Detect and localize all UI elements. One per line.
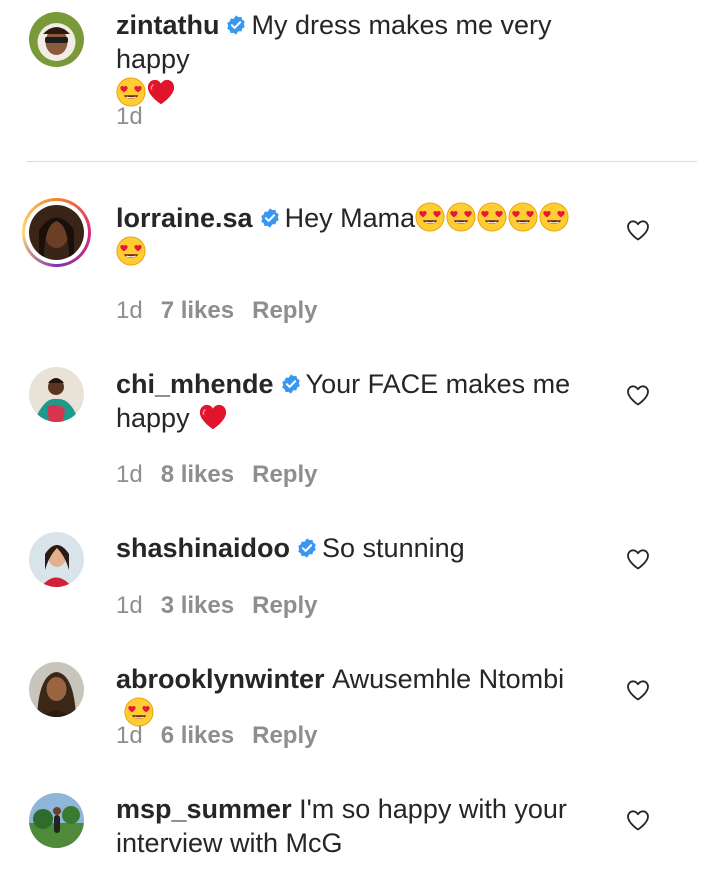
- username[interactable]: shashinaidoo: [116, 533, 290, 563]
- comment-meta: 1d 7 likes Reply: [116, 297, 335, 325]
- avatar-photo: [29, 532, 84, 587]
- heart-eyes-emoji-icon: [415, 202, 445, 232]
- comment-meta: 1d 6 likes Reply: [116, 722, 335, 750]
- comment-text: shashinaidoo So stunning: [116, 531, 596, 565]
- comment-text: lorraine.sa Hey Mama: [116, 201, 596, 269]
- comment-meta: 1d 8 likes Reply: [116, 461, 335, 489]
- like-heart-icon[interactable]: [626, 219, 650, 241]
- username[interactable]: lorraine.sa: [116, 203, 253, 233]
- comment-text: abrooklynwinter Awusemhle Ntombi: [116, 662, 596, 730]
- comment-text: zintathu My dress makes me very happy: [116, 8, 596, 110]
- reply-button[interactable]: Reply: [252, 592, 317, 619]
- comment-time: 1d: [116, 461, 143, 488]
- avatar-story-ring[interactable]: [22, 198, 91, 267]
- comment-text: msp_summer I'm so happy with your interv…: [116, 792, 596, 860]
- reply-button[interactable]: Reply: [252, 722, 317, 749]
- heart-eyes-emoji-icon: [508, 202, 538, 232]
- username[interactable]: abrooklynwinter: [116, 664, 325, 694]
- username[interactable]: msp_summer: [116, 794, 292, 824]
- avatar[interactable]: [29, 532, 84, 587]
- like-heart-icon[interactable]: [626, 548, 650, 570]
- heart-eyes-emoji-icon: [446, 202, 476, 232]
- comment-meta: 1d: [116, 103, 161, 131]
- avatar[interactable]: [29, 793, 84, 848]
- avatar-photo: [29, 12, 84, 67]
- comment-time: 1d: [116, 592, 143, 619]
- avatar[interactable]: [29, 367, 84, 422]
- heart-eyes-emoji-icon: [116, 236, 146, 266]
- reply-button[interactable]: Reply: [252, 461, 317, 488]
- avatar-photo: [29, 367, 84, 422]
- avatar-photo: [29, 205, 84, 260]
- heart-eyes-emoji-icon: [477, 202, 507, 232]
- avatar[interactable]: [29, 12, 84, 67]
- likes-count[interactable]: 6 likes: [161, 722, 234, 749]
- like-heart-icon[interactable]: [626, 679, 650, 701]
- likes-count[interactable]: 7 likes: [161, 297, 234, 324]
- comment-time: 1d: [116, 297, 143, 324]
- likes-count[interactable]: 3 likes: [161, 592, 234, 619]
- comment-body: So stunning: [322, 533, 465, 563]
- verified-badge-icon: [225, 14, 247, 36]
- reply-button[interactable]: Reply: [252, 297, 317, 324]
- comment-body: Awusemhle Ntombi: [332, 664, 565, 694]
- divider: [27, 161, 697, 162]
- avatar-photo: [29, 793, 84, 848]
- heart-eyes-emoji-icon: [539, 202, 569, 232]
- red-heart-emoji-icon: [198, 402, 228, 432]
- verified-badge-icon: [296, 537, 318, 559]
- avatar-photo: [29, 662, 84, 717]
- username[interactable]: chi_mhende: [116, 369, 274, 399]
- verified-badge-icon: [280, 373, 302, 395]
- verified-badge-icon: [259, 207, 281, 229]
- username[interactable]: zintathu: [116, 10, 219, 40]
- comment-body: Hey Mama: [284, 203, 416, 233]
- like-heart-icon[interactable]: [626, 384, 650, 406]
- comment-time: 1d: [116, 722, 143, 749]
- comment-text: chi_mhende Your FACE makes me happy: [116, 367, 596, 435]
- comment-meta: 1d 3 likes Reply: [116, 592, 335, 620]
- avatar[interactable]: [29, 662, 84, 717]
- comment-time: 1d: [116, 103, 143, 130]
- like-heart-icon[interactable]: [626, 809, 650, 831]
- likes-count[interactable]: 8 likes: [161, 461, 234, 488]
